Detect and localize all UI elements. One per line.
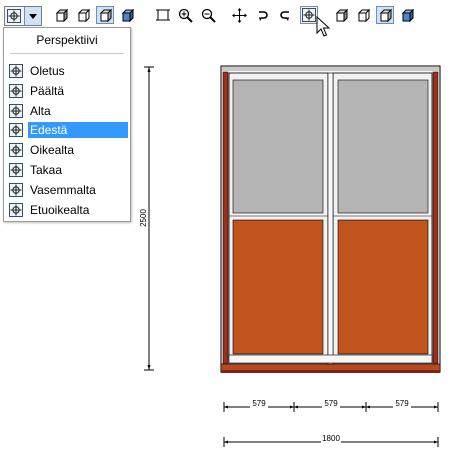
section-dimension-label: 579 [324, 399, 338, 408]
height-dimension-label: 2500 [139, 209, 148, 227]
view-icon [9, 183, 23, 197]
glass-panel [232, 79, 324, 214]
menu-item-edesta[interactable]: Edestä [6, 122, 128, 138]
wood-panel [337, 219, 429, 355]
menu-item-label: Oletus [30, 64, 65, 78]
menu-item-label: Alta [30, 104, 51, 118]
menu-item-label: Edestä [28, 122, 128, 138]
menu-item-takaa[interactable]: Takaa [6, 162, 128, 178]
view-icon [9, 84, 23, 98]
menu-item-alta[interactable]: Alta [6, 103, 128, 119]
glass-panel [337, 79, 429, 214]
section-dimension-label: 579 [395, 399, 409, 408]
menu-item-label: Päältä [30, 84, 65, 98]
view-icon [9, 203, 23, 217]
menu-header: Perspektiivi [36, 33, 98, 47]
wardrobe-cabinet [220, 65, 441, 373]
menu-item-etuoikealta[interactable]: Etuoikealta [6, 202, 128, 218]
menu-item-label: Vasemmalta [30, 183, 96, 197]
menu-item-label: Oikealta [30, 143, 75, 157]
section-dimension-label: 579 [252, 399, 266, 408]
view-icon [9, 143, 23, 157]
total-width-label: 1800 [322, 434, 340, 443]
left-door [228, 72, 329, 364]
menu-item-vasemmalta[interactable]: Vasemmalta [6, 182, 128, 198]
view-icon [9, 64, 23, 78]
menu-separator [10, 53, 124, 54]
menu-item-oikealta[interactable]: Oikealta [6, 142, 128, 158]
menu-item-paalta[interactable]: Päältä [6, 83, 128, 99]
menu-item-oletus[interactable]: Oletus [6, 63, 128, 79]
view-icon [9, 123, 23, 137]
menu-item-label: Etuoikealta [30, 203, 90, 217]
view-dropdown-menu: Perspektiivi Oletus Päältä Alta Edestä O… [3, 27, 131, 222]
view-icon [9, 104, 23, 118]
right-door [332, 72, 433, 364]
view-icon [9, 163, 23, 177]
wood-panel [232, 219, 324, 355]
menu-item-label: Takaa [30, 163, 63, 177]
